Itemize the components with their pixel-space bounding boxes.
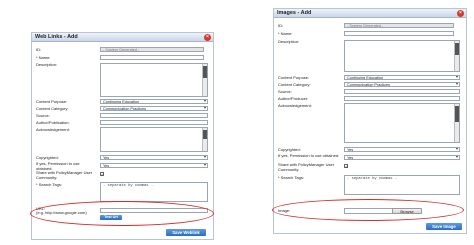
source-label: Source: — [36, 113, 50, 118]
source-input[interactable] — [100, 113, 208, 118]
source-label: Source: — [278, 89, 292, 94]
scrollbar[interactable] — [202, 64, 207, 96]
content-purpose-select[interactable]: Continuing Education — [100, 99, 208, 104]
permission-select[interactable]: Yes — [344, 155, 460, 160]
copyrighted-select[interactable]: Yes — [100, 155, 208, 160]
scrollbar[interactable] — [454, 41, 459, 71]
description-label: Description: — [36, 62, 58, 67]
copyrighted-label: Copyrighted: — [278, 147, 301, 152]
share-label: Share with PolicyManager User Community: — [36, 170, 93, 180]
content-category-select[interactable]: Communication Practices — [100, 106, 208, 111]
content-purpose-select[interactable]: Continuing Education — [344, 75, 460, 80]
name-label: * Name: — [278, 31, 293, 36]
content-category-label: Content Category: — [278, 82, 311, 87]
scrollbar[interactable] — [202, 128, 207, 151]
highlight-ellipse — [30, 201, 214, 226]
close-icon[interactable]: × — [204, 34, 211, 41]
search-tags-label: * Search Tags: — [36, 182, 62, 187]
name-label: * Name: — [36, 55, 51, 60]
acknowledgement-textarea[interactable] — [344, 103, 460, 143]
source-input[interactable] — [344, 89, 460, 94]
author-input[interactable] — [100, 120, 208, 125]
author-input[interactable] — [344, 96, 460, 101]
content-purpose-label: Content Purpose: — [278, 75, 310, 80]
permission-select[interactable]: Yes — [100, 163, 208, 168]
id-field: - System Generated - — [100, 47, 204, 52]
highlight-ellipse — [272, 199, 464, 221]
search-tags-input[interactable]: - separate by commas - — [100, 182, 208, 202]
search-tags-label: * Search Tags: — [278, 175, 304, 180]
copyrighted-label: Copyrighted: — [36, 155, 59, 160]
dialog-title: Images - Add — [274, 9, 466, 18]
description-textarea[interactable] — [344, 40, 460, 72]
name-input[interactable] — [100, 55, 204, 60]
share-label: Share with PolicyManager User Community: — [278, 162, 335, 172]
share-checkbox[interactable]: ✓ — [100, 172, 104, 177]
content-purpose-label: Content Purpose: — [36, 99, 68, 104]
author-label: Author/Publication: — [36, 120, 70, 125]
content-category-select[interactable]: Communication Practices — [344, 82, 460, 87]
acknowledgement-label: Acknowledgement: — [36, 127, 70, 132]
id-label: ID: — [36, 47, 42, 52]
content-category-label: Content Category: — [36, 106, 69, 111]
share-checkbox[interactable]: ✓ — [344, 164, 348, 169]
description-textarea[interactable] — [100, 63, 208, 97]
id-label: ID: — [278, 23, 284, 28]
author-label: Author/Producer: — [278, 96, 309, 101]
save-weblink-button[interactable]: Save Weblink — [166, 229, 206, 236]
description-label: Description: — [278, 39, 300, 44]
save-image-button[interactable]: Save Image — [426, 223, 462, 230]
id-field: - System Generated - — [344, 23, 454, 28]
close-icon[interactable]: × — [457, 10, 464, 17]
copyrighted-select[interactable]: Yes — [344, 147, 460, 152]
permission-label: If yes, Permission to use obtained: — [278, 153, 340, 158]
scrollbar[interactable] — [454, 104, 459, 142]
acknowledgement-label: Acknowledgement: — [278, 103, 312, 108]
acknowledgement-textarea[interactable] — [100, 127, 208, 152]
search-tags-input[interactable]: - separate by commas - — [344, 175, 460, 195]
dialog-title: Web Links - Add — [32, 33, 213, 42]
name-input[interactable] — [344, 31, 454, 36]
